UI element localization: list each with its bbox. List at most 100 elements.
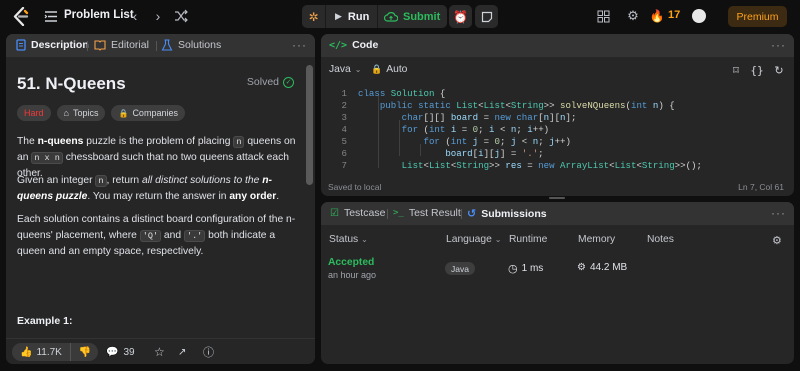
- save-status: Saved to local: [328, 182, 382, 192]
- problem-list-icon[interactable]: [44, 10, 58, 23]
- tab-testcase[interactable]: ☑ Testcase: [330, 207, 385, 219]
- more-options-icon[interactable]: ···: [771, 206, 786, 220]
- share-icon[interactable]: ↗: [178, 343, 186, 361]
- column-notes: Notes: [647, 234, 674, 245]
- column-memory: Memory: [578, 234, 616, 245]
- comments-button[interactable]: 💬 39: [106, 343, 135, 361]
- bookmark-icon[interactable]: ⌑: [729, 63, 743, 77]
- problem-tags: Hard ⌂ Topics 🔒 Companies: [17, 105, 185, 121]
- chevron-down-icon: ⌄: [361, 235, 368, 244]
- play-icon: ▶: [335, 11, 342, 21]
- column-label: Language: [446, 234, 492, 245]
- text: . You may return the answer in: [87, 191, 230, 202]
- tab-submissions[interactable]: ↺ Submissions: [467, 207, 547, 221]
- shuffle-icon[interactable]: [174, 9, 188, 23]
- code-line: 3 char[][] board = new char[n][n];: [321, 112, 794, 124]
- language-value: Java: [329, 64, 351, 75]
- text: puzzle is the problem of placing: [83, 136, 234, 147]
- autocomplete-toggle[interactable]: 🔒 Auto: [371, 64, 407, 75]
- like-count: 11.7K: [36, 346, 62, 358]
- tab-test-result[interactable]: >_ Test Result: [393, 207, 461, 219]
- code-header: </> Code ···: [321, 34, 794, 57]
- column-status[interactable]: Status ⌄: [329, 234, 368, 245]
- cloud-upload-icon: [384, 12, 398, 22]
- memory-value: ⚙ 44.2 MB: [577, 262, 627, 273]
- terminal-icon: >_: [393, 208, 404, 218]
- top-bar: Problem List ‹ › ✲ ▶ Run Submit ⏰ ⚙ 🔥 17…: [0, 0, 800, 33]
- inline-code: '.': [183, 230, 206, 242]
- text: , return: [106, 175, 143, 186]
- prev-problem-icon[interactable]: ‹: [127, 8, 143, 24]
- submission-status[interactable]: Accepted: [328, 257, 374, 268]
- panel-resize-handle[interactable]: [549, 197, 565, 199]
- column-label: Status: [329, 234, 359, 245]
- memory-text: 44.2 MB: [589, 262, 628, 273]
- problem-list-link[interactable]: Problem List: [64, 9, 134, 21]
- checkbox-icon: ☑: [330, 207, 339, 219]
- user-avatar[interactable]: [692, 9, 706, 23]
- tab-divider: [87, 41, 88, 51]
- debug-icon[interactable]: ✲: [302, 5, 326, 28]
- solved-status: Solved ✓: [247, 76, 294, 88]
- text: The: [17, 136, 38, 147]
- line-number: 6: [341, 148, 347, 159]
- favorite-star-icon[interactable]: ☆: [154, 343, 165, 361]
- cursor-position: Ln 7, Col 61: [738, 182, 784, 192]
- format-braces-icon[interactable]: {}: [750, 63, 764, 77]
- code-line: 4 for (int i = 0; i < n; i++): [321, 124, 794, 136]
- problem-description: 51. N-Queens Solved ✓ Hard ⌂ Topics 🔒 Co…: [6, 57, 302, 340]
- more-options-icon[interactable]: ···: [292, 38, 307, 52]
- more-options-icon[interactable]: ···: [771, 38, 786, 52]
- flask-icon: [161, 39, 173, 51]
- results-panel: ☑ Testcase >_ Test Result ↺ Submissions …: [321, 202, 794, 364]
- lock-icon: 🔒: [371, 64, 383, 74]
- layout-grid-icon[interactable]: [597, 10, 610, 23]
- tab-solutions[interactable]: Solutions: [161, 39, 221, 51]
- settings-gear-icon[interactable]: ⚙: [625, 8, 641, 24]
- submission-row[interactable]: [321, 252, 794, 284]
- topics-label: Topics: [72, 108, 99, 118]
- scrollbar-thumb[interactable]: [306, 65, 313, 185]
- timer-button[interactable]: ⏰: [449, 5, 472, 28]
- code-tab-label: Code: [352, 39, 379, 51]
- submit-label: Submit: [403, 10, 441, 23]
- column-language[interactable]: Language ⌄: [446, 234, 501, 245]
- tab-divider: [387, 209, 388, 219]
- book-icon: [94, 40, 106, 51]
- like-button[interactable]: 👍 11.7K: [12, 343, 71, 361]
- run-button[interactable]: ▶ Run: [326, 5, 378, 28]
- description-panel: Description Editorial Solutions ··· 51. …: [6, 34, 315, 364]
- tab-submissions-label: Submissions: [481, 207, 547, 220]
- notes-button[interactable]: [475, 5, 498, 28]
- inline-code: n x n: [31, 152, 63, 164]
- thumbs-down-icon: 👎: [78, 346, 92, 358]
- auto-label: Auto: [386, 64, 408, 75]
- premium-button[interactable]: Premium: [728, 6, 787, 27]
- description-scrollbar[interactable]: [306, 61, 313, 338]
- next-problem-icon[interactable]: ›: [150, 8, 166, 24]
- tab-divider: [156, 41, 157, 51]
- code-line: 7 List<List<String>> res = new ArrayList…: [321, 160, 794, 172]
- reset-code-icon[interactable]: ↻: [772, 63, 786, 77]
- tab-description[interactable]: Description: [16, 39, 89, 51]
- comment-count: 39: [123, 346, 135, 358]
- submit-button[interactable]: Submit: [378, 5, 447, 28]
- text-italic: all distinct solutions to the: [142, 175, 263, 186]
- tab-editorial[interactable]: Editorial: [94, 39, 149, 51]
- settings-gear-icon[interactable]: ⚙: [772, 234, 782, 247]
- streak-count[interactable]: 17: [668, 9, 680, 21]
- companies-chip[interactable]: 🔒 Companies: [111, 105, 185, 121]
- code-tab[interactable]: </> Code: [329, 39, 378, 51]
- dislike-button[interactable]: 👎: [71, 347, 99, 358]
- tab-solutions-label: Solutions: [178, 39, 222, 51]
- code-panel: </> Code ··· Java ⌄ 🔒 Auto ⌑ {} ↻ 1 clas…: [321, 34, 794, 196]
- leetcode-logo[interactable]: [12, 7, 30, 26]
- inline-code: 'Q': [139, 230, 162, 242]
- code-line: 1 class Solution {: [321, 88, 794, 100]
- language-select[interactable]: Java ⌄: [329, 64, 361, 75]
- help-icon[interactable]: ⓘ: [203, 343, 214, 361]
- line-number: 4: [341, 124, 347, 135]
- code-editor[interactable]: 1 class Solution { 2 public static List<…: [321, 84, 794, 180]
- topics-chip[interactable]: ⌂ Topics: [56, 105, 106, 121]
- submission-time: an hour ago: [328, 270, 377, 280]
